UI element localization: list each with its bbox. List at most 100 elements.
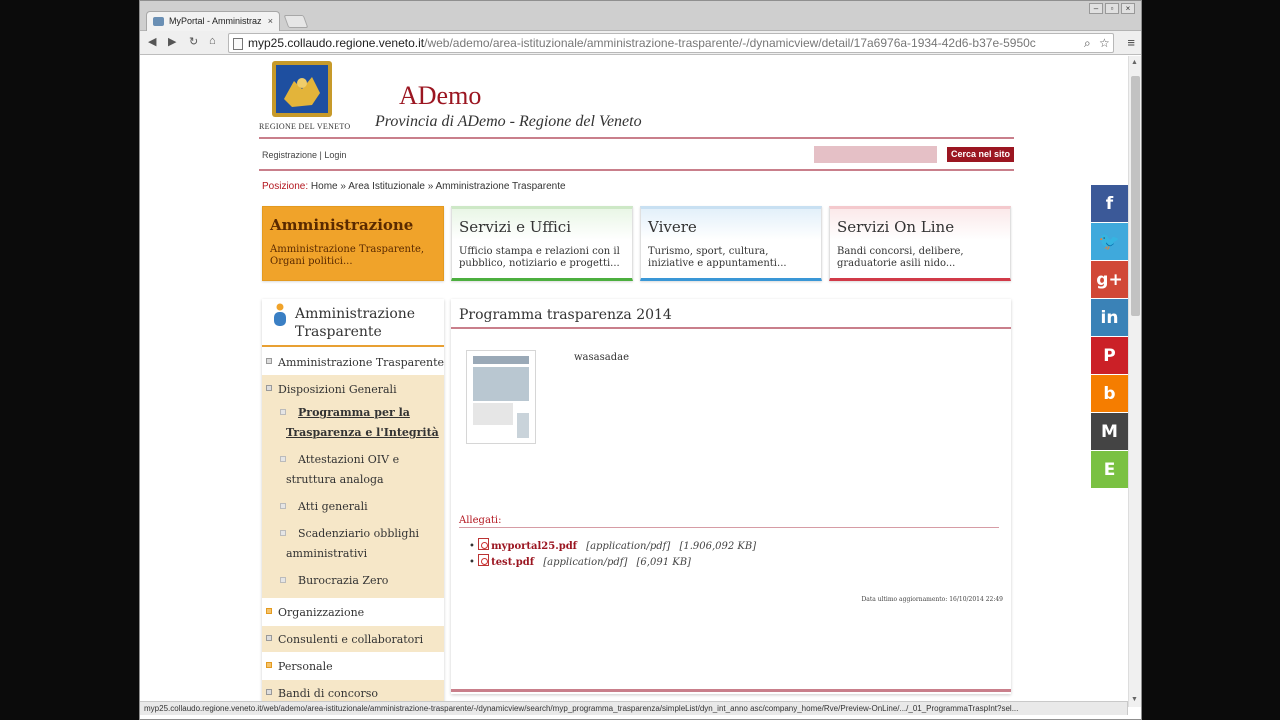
bullet-icon [266, 689, 272, 695]
registration-login-links[interactable]: Registrazione | Login [262, 150, 346, 160]
pinterest-icon[interactable]: P [1091, 337, 1128, 374]
pdf-icon [478, 554, 490, 566]
tab-title: MyPortal - Amministraz [169, 16, 262, 26]
subitem-atti-generali[interactable]: Atti generali [280, 497, 440, 517]
close-tab-icon[interactable]: × [268, 16, 273, 26]
subitem-label: Scadenziario obblighi amministrativi [286, 527, 420, 560]
bullet-icon [266, 635, 272, 641]
minimize-icon[interactable]: – [1089, 3, 1103, 14]
menu-icon[interactable]: ≡ [1127, 35, 1135, 50]
content-bottom-rule [451, 689, 1011, 692]
site-search-input[interactable] [814, 146, 937, 163]
content-divider [451, 327, 1011, 329]
home-icon[interactable]: ⌂ [209, 35, 216, 47]
web-page: REGIONE DEL VENETO ADemo Provincia di AD… [140, 56, 1128, 707]
new-tab-button[interactable] [283, 15, 309, 28]
breadcrumb-current: Amministrazione Trasparente [435, 181, 566, 192]
scrollbar-thumb[interactable] [1131, 76, 1140, 316]
window-controls: – ▫ × [1089, 3, 1135, 14]
site-title[interactable]: ADemo [399, 81, 481, 111]
gmail-icon[interactable]: M [1091, 413, 1128, 450]
bookmark-star-icon[interactable]: ☆ [1099, 36, 1110, 50]
attachment-link[interactable]: myportal25.pdf [491, 541, 577, 552]
sidebar-item-consulenti[interactable]: Consulenti e collaboratori [262, 629, 444, 651]
blogger-icon[interactable]: b [1091, 375, 1128, 412]
logo-text: REGIONE DEL VENETO [259, 122, 351, 131]
subitem-attestazioni-oiv[interactable]: Attestazioni OIV e struttura analoga [280, 450, 440, 490]
bullet-icon [280, 530, 286, 536]
browser-tab[interactable]: MyPortal - Amministraz × [146, 11, 280, 31]
card-text: Ufficio stampa e relazioni con il pubbli… [459, 246, 620, 269]
card-text: Bandi concorsi, delibere, graduatorie as… [837, 246, 964, 269]
bullet-icon [280, 503, 286, 509]
sidebar-title: Amministrazione Trasparente [295, 306, 416, 340]
attachment-link[interactable]: test.pdf [491, 557, 534, 568]
breadcrumb-home[interactable]: Home [311, 181, 338, 192]
sidebar-item-label: Consulenti e collaboratori [278, 633, 424, 646]
evernote-icon[interactable]: E [1091, 451, 1128, 488]
sidebar-item-amministrazione-trasparente[interactable]: Amministrazione Trasparente [262, 352, 444, 374]
category-card-amministrazione[interactable]: Amministrazione Amministrazione Traspare… [262, 206, 444, 281]
subitem-label: Attestazioni OIV e struttura analoga [286, 453, 400, 486]
site-search-button[interactable]: Cerca nel sito [947, 147, 1014, 162]
facebook-icon[interactable]: f [1091, 185, 1128, 222]
sidebar-item-label: Amministrazione Trasparente [278, 356, 445, 369]
address-bar[interactable]: myp25.collaudo.regione.veneto.it/web/ade… [228, 33, 1114, 53]
category-card-vivere[interactable]: Vivere Turismo, sport, cultura, iniziati… [640, 206, 822, 281]
sidebar-item-label: Disposizioni Generali [278, 383, 397, 396]
attachment-item: • test.pdf [application/pdf] [6,091 KB] [469, 553, 691, 568]
card-title: Servizi e Uffici [459, 218, 572, 236]
subitem-label: Programma per la Trasparenza e l'Integri… [286, 406, 439, 439]
attachment-type: [application/pdf] [543, 557, 628, 568]
category-card-servizi-uffici[interactable]: Servizi e Uffici Ufficio stampa e relazi… [451, 206, 633, 281]
twitter-icon[interactable]: 🐦 [1091, 223, 1128, 260]
linkedin-icon[interactable]: in [1091, 299, 1128, 336]
sidebar-heading: Amministrazione Trasparente [262, 299, 444, 347]
scroll-up-icon[interactable]: ▲ [1131, 59, 1138, 66]
reload-icon[interactable]: ↻ [189, 35, 198, 48]
regione-veneto-lion-logo [272, 61, 332, 117]
bullet-icon [266, 385, 272, 391]
content-title: Programma trasparenza 2014 [459, 307, 672, 323]
sidebar-item-label: Bandi di concorso [278, 687, 379, 700]
breadcrumb-separator: » [340, 181, 346, 192]
vertical-scrollbar[interactable]: ▲ ▼ [1128, 56, 1141, 707]
expand-icon [266, 662, 272, 668]
zoom-icon[interactable]: ⌕ [1084, 36, 1091, 51]
main-content: Programma trasparenza 2014 wasasadae All… [451, 299, 1011, 694]
url-host: myp25.collaudo.regione.veneto.it [248, 36, 425, 50]
bullet-icon [280, 577, 286, 583]
forward-icon[interactable]: ▶ [168, 35, 176, 48]
back-icon[interactable]: ◀ [148, 35, 156, 48]
header-divider [259, 137, 1014, 139]
subitem-label: Burocrazia Zero [298, 574, 389, 587]
favicon-icon [153, 17, 164, 26]
page-icon [233, 38, 243, 50]
breadcrumb-label: Posizione: [262, 181, 309, 192]
breadcrumb-area[interactable]: Area Istituzionale [348, 181, 425, 192]
breadcrumb-separator: » [427, 181, 434, 192]
bullet-icon [280, 456, 286, 462]
sidebar-nav: Amministrazione Trasparente Amministrazi… [262, 299, 444, 707]
card-title: Vivere [648, 218, 697, 236]
google-plus-icon[interactable]: g+ [1091, 261, 1128, 298]
sidebar-item-disposizioni-generali[interactable]: Disposizioni Generali [262, 379, 444, 401]
subitem-programma-trasparenza[interactable]: Programma per la Trasparenza e l'Integri… [280, 403, 440, 443]
bullet-icon [266, 358, 272, 364]
attachment-size: [6,091 KB] [636, 557, 691, 568]
scroll-down-icon[interactable]: ▼ [1131, 696, 1138, 703]
subitem-scadenziario[interactable]: Scadenziario obblighi amministrativi [280, 524, 440, 564]
browser-window: MyPortal - Amministraz × – ▫ × ◀ ▶ ↻ ⌂ m… [139, 0, 1142, 720]
last-updated: Data ultimo aggiornamento: 16/10/2014 22… [861, 596, 1003, 603]
attachment-item: • myportal25.pdf [application/pdf] [1.90… [469, 537, 756, 552]
sidebar-item-label: Personale [278, 660, 333, 673]
subitem-burocrazia-zero[interactable]: Burocrazia Zero [280, 571, 440, 591]
person-icon [274, 303, 286, 326]
document-thumbnail[interactable] [466, 350, 536, 444]
tab-strip: MyPortal - Amministraz × – ▫ × [140, 1, 1141, 31]
sidebar-item-personale[interactable]: Personale [262, 656, 444, 678]
maximize-icon[interactable]: ▫ [1105, 3, 1119, 14]
category-card-servizi-online[interactable]: Servizi On Line Bandi concorsi, delibere… [829, 206, 1011, 281]
sidebar-item-organizzazione[interactable]: Organizzazione [262, 602, 444, 624]
close-window-icon[interactable]: × [1121, 3, 1135, 14]
